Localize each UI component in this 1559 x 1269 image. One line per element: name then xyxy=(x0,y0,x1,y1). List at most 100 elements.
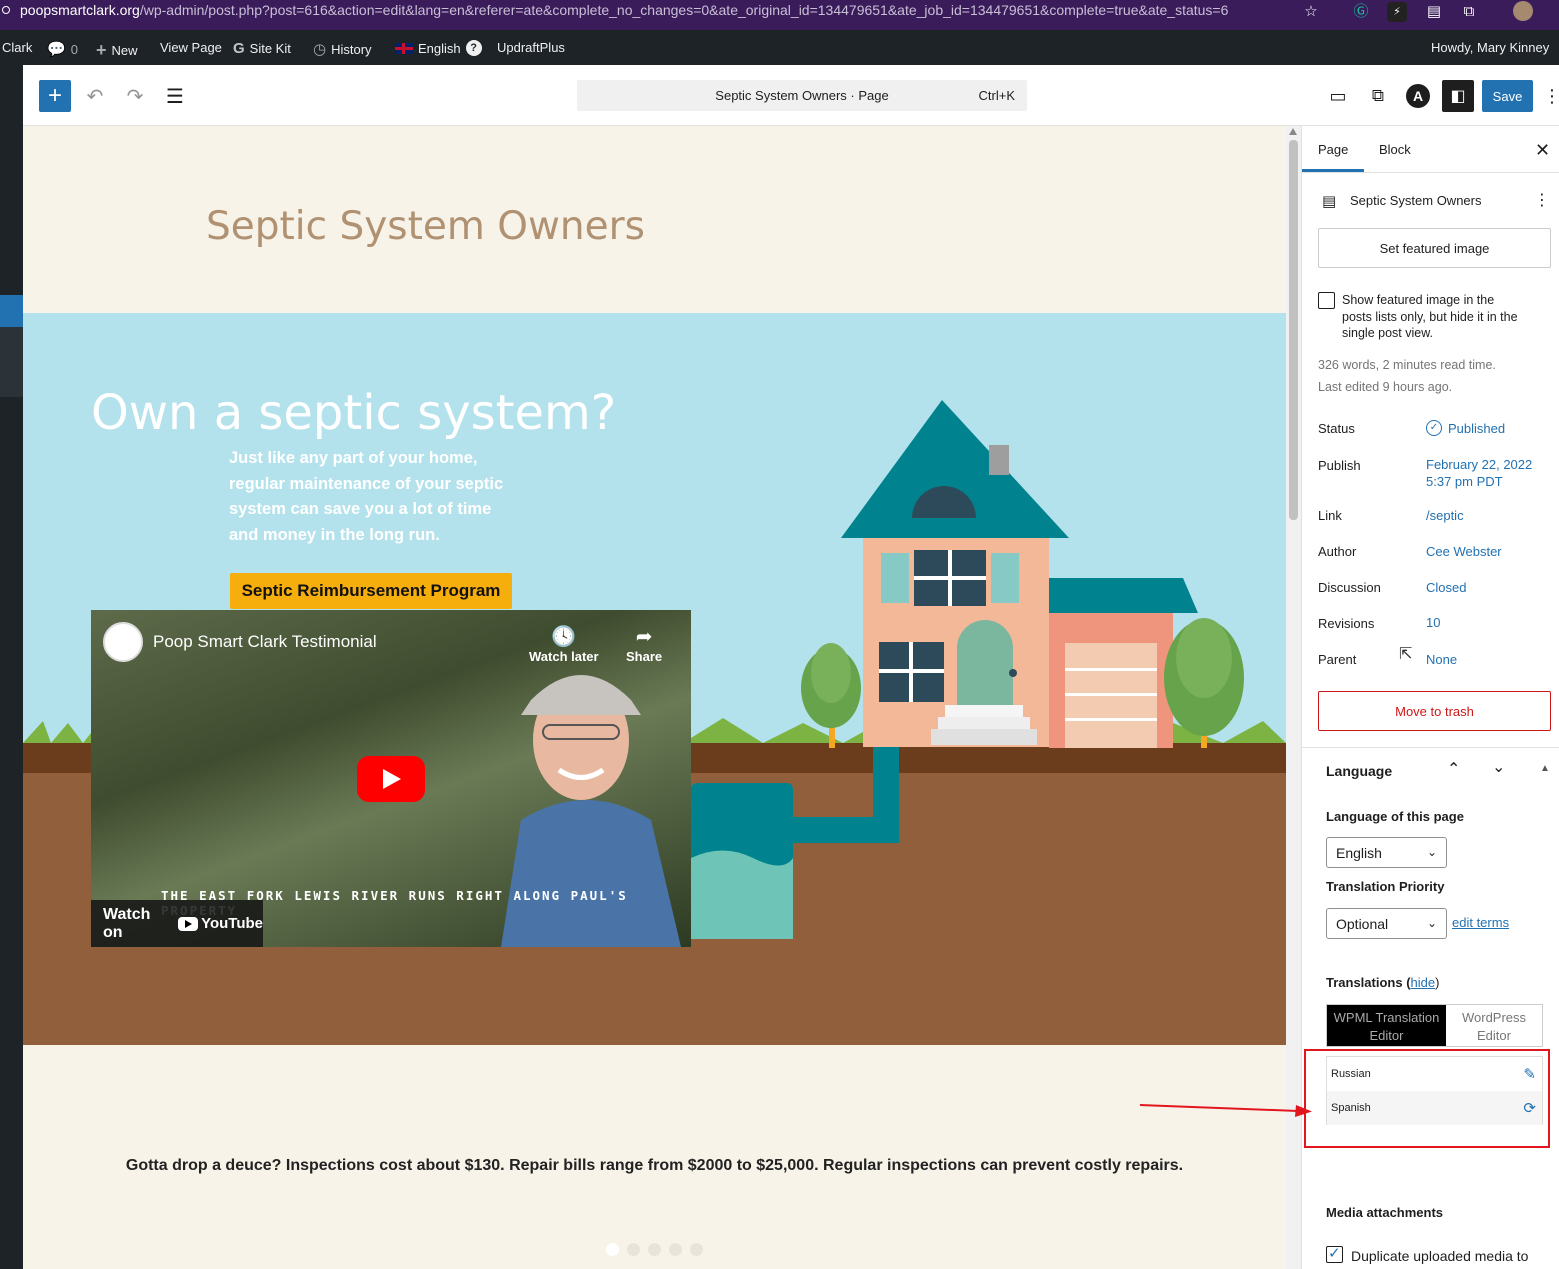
scroll-up-arrow-icon[interactable] xyxy=(1289,128,1297,135)
address-bar[interactable]: poopsmartclark.org/wp-admin/post.php?pos… xyxy=(20,2,1228,18)
options-kebab-icon[interactable]: ⋮ xyxy=(1542,80,1559,112)
doc-title: Septic System Owners xyxy=(1350,193,1482,208)
set-featured-image-button[interactable]: Set featured image xyxy=(1318,228,1551,268)
command-palette-bar[interactable]: Septic System Owners · Page Ctrl+K xyxy=(577,80,1027,111)
move-to-trash-button[interactable]: Move to trash xyxy=(1318,691,1551,731)
watch-later-button[interactable]: 🕓 Watch later xyxy=(529,624,599,664)
admin-site-link[interactable]: Clark xyxy=(2,40,32,55)
collapse-triangle-icon[interactable]: ▲ xyxy=(1540,763,1550,774)
revisions-label: Revisions xyxy=(1318,616,1375,631)
astra-icon[interactable]: A xyxy=(1402,80,1434,112)
help-icon[interactable]: ? xyxy=(465,40,482,56)
move-up-chevron-icon[interactable]: ⌃ xyxy=(1447,759,1460,779)
undo-button[interactable]: ↶ xyxy=(79,80,111,112)
video-title[interactable]: Poop Smart Clark Testimonial xyxy=(153,632,377,652)
hero-heading[interactable]: Own a septic system? xyxy=(91,385,616,441)
tab-block[interactable]: Block xyxy=(1379,142,1411,157)
annotation-arrow-icon xyxy=(1139,1104,1312,1117)
admin-language-switcher[interactable]: English? xyxy=(395,40,482,56)
discussion-label: Discussion xyxy=(1318,580,1381,595)
last-edited: Last edited 9 hours ago. xyxy=(1318,380,1453,394)
admin-menu-active-item[interactable] xyxy=(0,295,23,327)
site-info-icon[interactable] xyxy=(2,6,10,14)
carousel-dot[interactable] xyxy=(690,1243,703,1256)
carousel-dot[interactable] xyxy=(606,1243,619,1256)
status-value[interactable]: ✓ Published xyxy=(1426,420,1505,436)
wp-admin-bar: Clark 💬 0 + New View Page G Site Kit ◷ Histo… xyxy=(0,30,1559,65)
star-icon[interactable]: ☆ xyxy=(1301,2,1321,22)
publish-time[interactable]: 5:37 pm PDT xyxy=(1426,474,1503,489)
inspection-cost-text[interactable]: Gotta drop a deuce? Inspections cost abo… xyxy=(23,1157,1286,1175)
play-button-icon[interactable] xyxy=(357,756,425,802)
carousel-dot[interactable] xyxy=(627,1243,640,1256)
hero-text[interactable]: Just like any part of your home, regular… xyxy=(229,446,509,548)
close-icon[interactable]: ✕ xyxy=(1535,140,1550,161)
save-button[interactable]: Save xyxy=(1482,80,1533,112)
author-value[interactable]: Cee Webster xyxy=(1426,544,1502,559)
youtube-video-embed[interactable]: Poop Smart Clark Testimonial 🕓 Watch late… xyxy=(91,610,691,947)
link-label: Link xyxy=(1318,508,1342,523)
puzzle-icon[interactable]: ⧉ xyxy=(1459,2,1479,22)
extension-icon[interactable]: ⚡ xyxy=(1387,2,1407,22)
hero-section[interactable]: Own a septic system? Just like any part … xyxy=(23,313,1286,1045)
priority-select[interactable]: Optional ⌄ xyxy=(1326,908,1447,939)
comment-icon: 💬 xyxy=(47,41,66,58)
updraftplus-label: UpdraftPlus xyxy=(497,40,565,55)
admin-site-kit-link[interactable]: G Site Kit xyxy=(233,40,291,57)
watch-on-label: Watch on xyxy=(103,905,151,941)
watch-on-youtube-link[interactable]: Watch on YouTube xyxy=(91,900,263,947)
admin-history-link[interactable]: ◷ History xyxy=(313,40,372,58)
hide-translations-link[interactable]: hide xyxy=(1411,975,1436,990)
editor-canvas[interactable]: Septic System Owners Own a septic system… xyxy=(23,126,1286,1269)
parent-value[interactable]: None xyxy=(1426,652,1457,667)
chevron-down-icon: ⌄ xyxy=(1426,845,1437,859)
share-button[interactable]: ➦ Share xyxy=(626,624,662,664)
edit-terms-link[interactable]: edit terms xyxy=(1452,915,1509,930)
document-overview-icon[interactable]: ☰ xyxy=(159,80,191,112)
howdy-label: Howdy, Mary Kinney xyxy=(1431,40,1550,55)
url-domain: poopsmartclark.org xyxy=(20,2,140,18)
admin-view-page-link[interactable]: View Page xyxy=(160,40,222,55)
septic-reimbursement-button[interactable]: Septic Reimbursement Program xyxy=(230,573,512,609)
settings-sidebar-toggle-icon[interactable]: ◧ xyxy=(1442,80,1474,112)
wordpress-editor-tab[interactable]: WordPress Editor xyxy=(1446,1005,1542,1046)
publish-date[interactable]: February 22, 2022 xyxy=(1426,457,1532,472)
doc-options-kebab-icon[interactable]: ⋮ xyxy=(1534,190,1550,210)
language-select[interactable]: English ⌄ xyxy=(1326,837,1447,868)
parent-label: Parent xyxy=(1318,652,1357,667)
status-label: Status xyxy=(1318,421,1355,436)
discussion-value[interactable]: Closed xyxy=(1426,580,1466,595)
admin-new-link[interactable]: + New xyxy=(96,40,138,61)
language-panel-title[interactable]: Language xyxy=(1326,763,1392,779)
page-title[interactable]: Septic System Owners xyxy=(206,204,645,249)
view-page-external-icon[interactable]: ⧉ xyxy=(1362,80,1394,112)
carousel-dot[interactable] xyxy=(648,1243,661,1256)
duplicate-media-checkbox[interactable] xyxy=(1326,1244,1343,1263)
link-value[interactable]: /septic xyxy=(1426,508,1464,523)
channel-logo-icon[interactable] xyxy=(103,622,143,662)
revisions-value[interactable]: 10 xyxy=(1426,615,1440,630)
author-label: Author xyxy=(1318,544,1357,559)
admin-menu-submenu xyxy=(0,327,23,397)
translation-editor-tabs: WPML Translation Editor WordPress Editor xyxy=(1326,1004,1543,1047)
add-block-button[interactable]: + xyxy=(39,80,71,112)
featured-image-checkbox[interactable] xyxy=(1318,292,1335,309)
tab-page[interactable]: Page xyxy=(1302,142,1365,172)
redo-button[interactable]: ↷ xyxy=(119,80,151,112)
extension-icon[interactable]: ▤ xyxy=(1424,2,1444,22)
admin-comments-link[interactable]: 💬 0 xyxy=(47,40,78,58)
wpml-editor-tab[interactable]: WPML Translation Editor xyxy=(1327,1005,1446,1046)
move-down-chevron-icon[interactable]: ⌄ xyxy=(1492,757,1505,777)
carousel-dot[interactable] xyxy=(669,1243,682,1256)
admin-account-menu[interactable]: Howdy, Mary Kinney xyxy=(1431,40,1549,55)
published-check-icon: ✓ xyxy=(1426,420,1442,436)
watch-later-label: Watch later xyxy=(529,649,599,664)
device-preview-icon[interactable]: ▭ xyxy=(1322,80,1354,112)
translation-priority-label: Translation Priority xyxy=(1326,879,1445,894)
scrollbar-thumb[interactable] xyxy=(1289,140,1298,520)
sidebar-tabs: Page Block ✕ xyxy=(1302,126,1559,173)
document-icon: ▤ xyxy=(1322,193,1337,210)
admin-updraftplus-link[interactable]: UpdraftPlus xyxy=(497,40,565,55)
profile-avatar[interactable] xyxy=(1513,1,1533,21)
grammarly-icon[interactable]: Ⓖ xyxy=(1351,2,1371,22)
